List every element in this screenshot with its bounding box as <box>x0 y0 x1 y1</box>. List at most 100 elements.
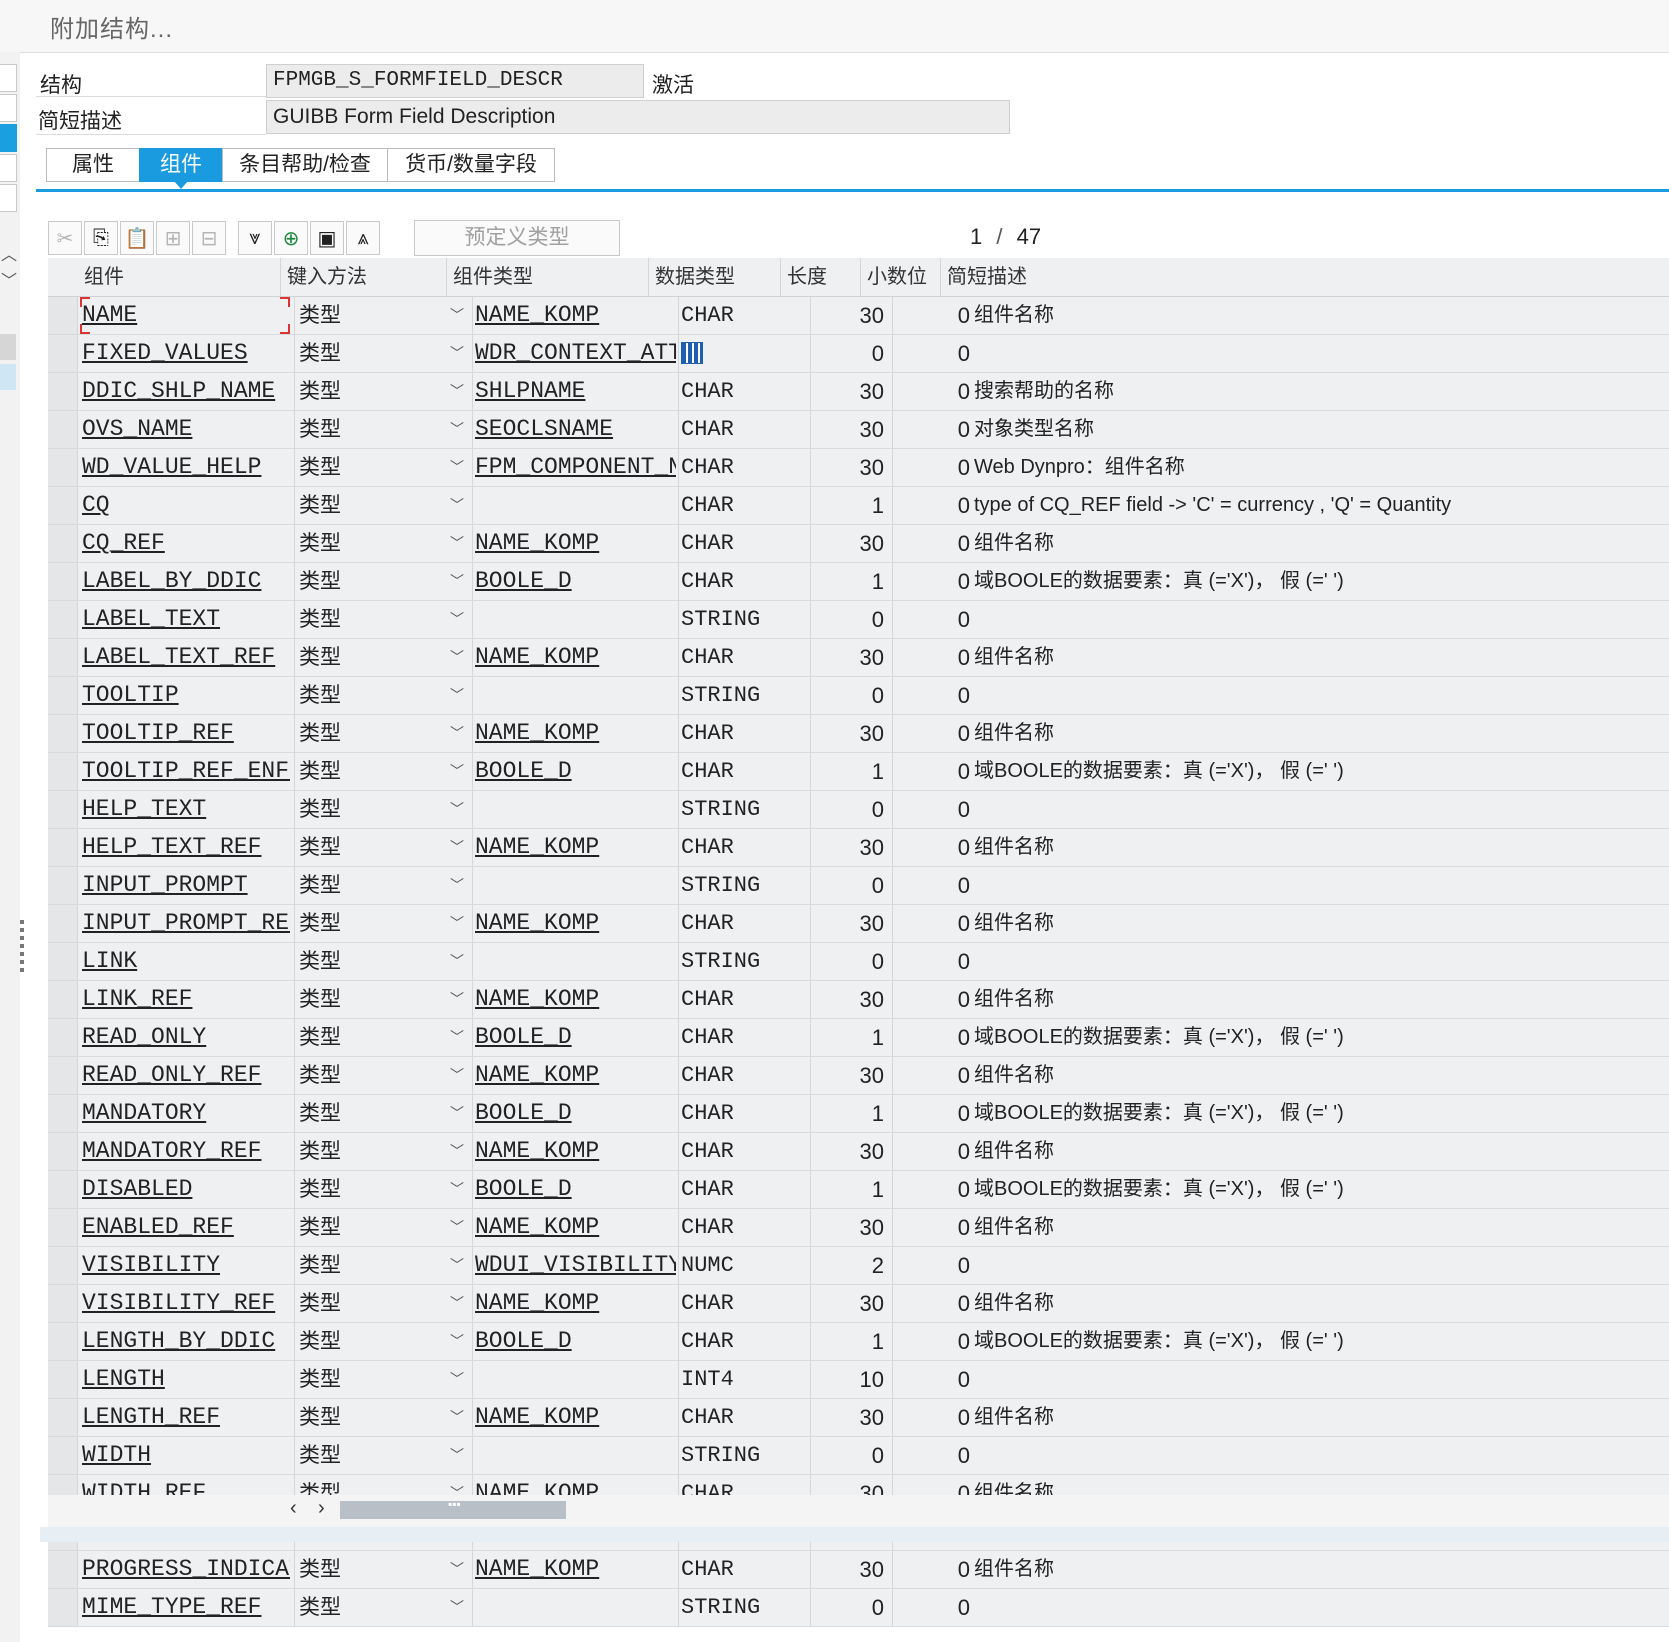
row-selector[interactable] <box>48 1209 78 1246</box>
row-selector[interactable] <box>48 487 78 524</box>
typing-method-dropdown[interactable]: 类型 ﹀ <box>294 1209 470 1246</box>
component-name-field[interactable]: LENGTH_REF <box>80 1399 290 1436</box>
component-type-field[interactable]: NAME_KOMP <box>472 1209 676 1246</box>
component-type-field[interactable]: SHLPNAME <box>472 373 676 410</box>
col-header-component-type[interactable]: 组件类型 <box>446 258 650 296</box>
col-header-typing-method[interactable]: 键入方法 <box>280 258 446 296</box>
component-type-field[interactable] <box>472 1589 676 1626</box>
component-type-field[interactable]: NAME_KOMP <box>472 905 676 942</box>
typing-method-dropdown[interactable]: 类型 ﹀ <box>294 449 470 486</box>
chevron-down-icon[interactable]: ﹀ <box>450 867 464 904</box>
chevron-down-icon[interactable]: ﹀ <box>450 411 464 448</box>
component-name-field[interactable]: CQ_REF <box>80 525 290 562</box>
typing-method-dropdown[interactable]: 类型 ﹀ <box>294 373 470 410</box>
row-selector[interactable] <box>48 791 78 828</box>
table-row[interactable]: LENGTH 类型 ﹀ INT4 10 0 <box>48 1361 1669 1399</box>
chevron-down-icon[interactable]: ﹀ <box>450 1019 464 1056</box>
component-type-field[interactable]: NAME_KOMP <box>472 525 676 562</box>
row-selector[interactable] <box>48 373 78 410</box>
component-name-field[interactable]: LENGTH_BY_DDIC <box>80 1323 290 1360</box>
row-selector[interactable] <box>48 525 78 562</box>
component-name-field[interactable]: CQ <box>80 487 290 524</box>
chevron-down-icon[interactable]: ﹀ <box>450 905 464 942</box>
short-desc-field[interactable]: GUIBB Form Field Description <box>266 100 1010 134</box>
chevron-down-icon[interactable]: ﹀ <box>450 601 464 638</box>
table-row[interactable]: READ_ONLY 类型 ﹀ BOOLE_D CHAR 1 0 域BOOLE的数据要素：真 (… <box>48 1019 1669 1057</box>
chevron-down-icon[interactable]: ﹀ <box>450 1209 464 1246</box>
table-row[interactable]: DISABLED 类型 ﹀ BOOLE_D CHAR 1 0 域BOOLE的数据要素：真 (=… <box>48 1171 1669 1209</box>
table-row[interactable]: HELP_TEXT_REF 类型 ﹀ NAME_KOMP CHAR 30 0 组件名称 <box>48 829 1669 867</box>
chevron-down-icon[interactable]: ﹀ <box>450 715 464 752</box>
typing-method-dropdown[interactable]: 类型 ﹀ <box>294 905 470 942</box>
typing-method-dropdown[interactable]: 类型 ﹀ <box>294 525 470 562</box>
chevron-down-icon[interactable]: ﹀ <box>450 639 464 676</box>
component-name-field[interactable]: MANDATORY_REF <box>80 1133 290 1170</box>
splitter-handle[interactable] <box>20 920 24 976</box>
delete-row-icon[interactable]: ⊟ <box>192 221 226 255</box>
table-row[interactable]: PROGRESS_INDICAT… 类型 ﹀NAME_KOMPCHAR 300组件名称 <box>48 1551 1669 1589</box>
component-type-field[interactable] <box>472 487 676 524</box>
row-selector[interactable] <box>48 411 78 448</box>
table-row[interactable]: LABEL_TEXT_REF 类型 ﹀ NAME_KOMP CHAR 30 0 组件名称 <box>48 639 1669 677</box>
row-selector[interactable] <box>48 1437 78 1474</box>
chevron-down-icon[interactable]: ﹀ <box>450 1247 464 1284</box>
component-name-field[interactable]: TOOLTIP_REF_ENFO… <box>80 753 290 790</box>
table-row[interactable]: CQ_REF 类型 ﹀ NAME_KOMP CHAR 30 0 组件名称 <box>48 525 1669 563</box>
component-type-field[interactable]: BOOLE_D <box>472 753 676 790</box>
table-row[interactable]: DDIC_SHLP_NAME 类型 ﹀ SHLPNAME CHAR 30 0 搜索帮助的名称 <box>48 373 1669 411</box>
component-name-field[interactable]: LABEL_TEXT <box>80 601 290 638</box>
typing-method-dropdown[interactable]: 类型 ﹀ <box>294 1057 470 1094</box>
table-row[interactable]: NAME 类型 ﹀ NAME_KOMP CHAR 30 0 组件名称 <box>48 297 1669 335</box>
component-type-field[interactable] <box>472 601 676 638</box>
nav-block-active[interactable] <box>0 124 17 152</box>
component-name-field[interactable]: NAME <box>80 297 290 334</box>
chevron-down-icon[interactable]: ﹀ <box>450 373 464 410</box>
row-selector[interactable] <box>48 601 78 638</box>
table-row[interactable]: OVS_NAME 类型 ﹀ SEOCLSNAME CHAR 30 0 对象类型名称 <box>48 411 1669 449</box>
table-row[interactable]: WD_VALUE_HELP 类型 ﹀FPM_COMPONENT_NA…CHAR 300… <box>48 449 1669 487</box>
typing-method-dropdown[interactable]: 类型 ﹀ <box>294 943 470 980</box>
component-type-field[interactable]: NAME_KOMP <box>472 1133 676 1170</box>
nav-block[interactable] <box>0 64 17 92</box>
row-selector[interactable] <box>48 829 78 866</box>
component-name-field[interactable]: FIXED_VALUES <box>80 335 290 372</box>
component-type-field[interactable]: NAME_KOMP <box>472 639 676 676</box>
chevron-down-icon[interactable]: ﹀ <box>450 449 464 486</box>
table-row[interactable]: VISIBILITY 类型 ﹀ WDUI_VISIBILITY NUMC 2 0 <box>48 1247 1669 1285</box>
component-name-field[interactable]: HELP_TEXT <box>80 791 290 828</box>
table-row[interactable]: INPUT_PROMPT 类型 ﹀ STRING 0 0 <box>48 867 1669 905</box>
component-name-field[interactable]: INPUT_PROMPT_REF <box>80 905 290 942</box>
chevron-down-icon[interactable]: ﹀ <box>450 1437 464 1474</box>
typing-method-dropdown[interactable]: 类型 ﹀ <box>294 829 470 866</box>
table-row[interactable]: MANDATORY 类型 ﹀ BOOLE_D CHAR 1 0 域BOOLE的数据要素：真 (… <box>48 1095 1669 1133</box>
row-selector[interactable] <box>48 563 78 600</box>
table-row[interactable]: READ_ONLY_REF 类型 ﹀ NAME_KOMP CHAR 30 0 组件名称 <box>48 1057 1669 1095</box>
component-name-field[interactable]: TOOLTIP <box>80 677 290 714</box>
typing-method-dropdown[interactable]: 类型 ﹀ <box>294 1551 470 1588</box>
component-type-field[interactable]: NAME_KOMP <box>472 1285 676 1322</box>
row-selector[interactable] <box>48 1133 78 1170</box>
table-row[interactable]: ENABLED_REF 类型 ﹀ NAME_KOMP CHAR 30 0 组件名称 <box>48 1209 1669 1247</box>
paste-icon[interactable]: 📋 <box>120 221 154 255</box>
component-name-field[interactable]: HELP_TEXT_REF <box>80 829 290 866</box>
table-row[interactable]: TOOLTIP 类型 ﹀ STRING 0 0 <box>48 677 1669 715</box>
typing-method-dropdown[interactable]: 类型 ﹀ <box>294 639 470 676</box>
nav-block[interactable] <box>0 154 17 182</box>
component-name-field[interactable]: LABEL_BY_DDIC <box>80 563 290 600</box>
table-row[interactable]: VISIBILITY_REF 类型 ﹀ NAME_KOMP CHAR 30 0 组件名称 <box>48 1285 1669 1323</box>
chevron-down-icon[interactable]: ﹀ <box>450 1057 464 1094</box>
cut-icon[interactable]: ✂ <box>48 221 82 255</box>
component-type-field[interactable]: NAME_KOMP <box>472 1551 676 1588</box>
table-type-icon[interactable] <box>681 342 703 365</box>
component-name-field[interactable]: MIME_TYPE_REF <box>80 1589 290 1626</box>
structure-field[interactable]: FPMGB_S_FORMFIELD_DESCR <box>266 64 644 98</box>
component-name-field[interactable]: READ_ONLY_REF <box>80 1057 290 1094</box>
chevron-up-icon[interactable]: ︿ <box>1 248 17 264</box>
component-name-field[interactable]: PROGRESS_INDICAT… <box>80 1551 290 1588</box>
col-header-short-desc[interactable]: 简短描述 <box>940 258 1640 296</box>
chevron-down-icon[interactable]: ﹀ <box>450 525 464 562</box>
component-name-field[interactable]: TOOLTIP_REF <box>80 715 290 752</box>
component-name-field[interactable]: ENABLED_REF <box>80 1209 290 1246</box>
typing-method-dropdown[interactable]: 类型 ﹀ <box>294 1171 470 1208</box>
component-type-field[interactable]: BOOLE_D <box>472 1019 676 1056</box>
